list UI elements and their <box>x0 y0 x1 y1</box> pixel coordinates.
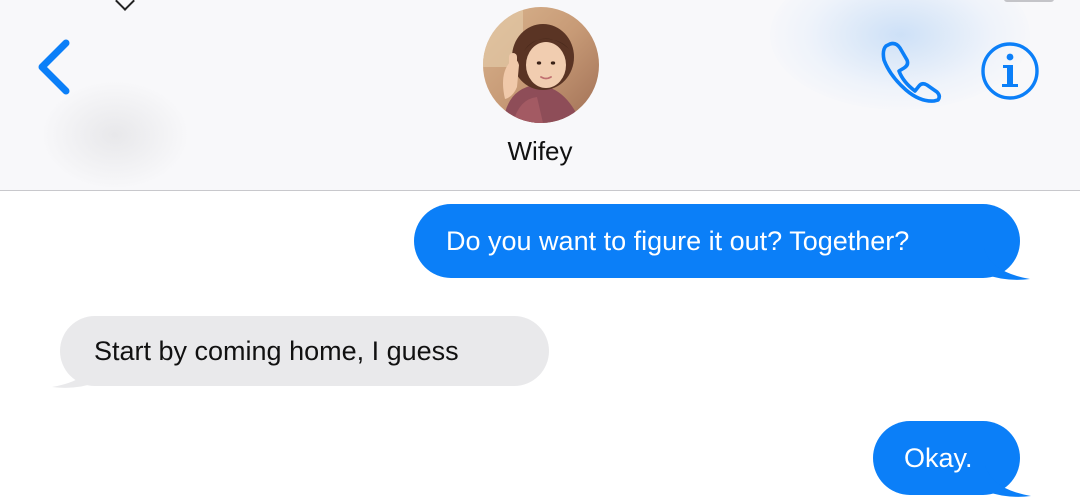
back-button[interactable] <box>28 34 88 100</box>
contact-name[interactable]: Wifey <box>440 136 640 167</box>
info-icon <box>981 42 1039 100</box>
status-chevron-icon <box>115 0 135 11</box>
message-text: Start by coming home, I guess <box>94 336 459 366</box>
phone-icon <box>881 41 942 103</box>
conversation-header: Wifey <box>0 0 1080 191</box>
conversation-screen: Wifey Do you want to figure it out? Toge… <box>0 0 1080 499</box>
message-text: Okay. <box>904 443 973 473</box>
bubble-tail <box>985 465 1031 497</box>
message-bubble-sent[interactable]: Do you want to figure it out? Together? <box>414 204 1030 280</box>
call-button[interactable] <box>876 38 944 104</box>
contact-avatar[interactable] <box>483 7 599 123</box>
message-bubble-received[interactable]: Start by coming home, I guess <box>52 316 549 388</box>
chevron-left-icon <box>38 39 70 95</box>
bubble-tail <box>52 356 98 388</box>
bubble-tail <box>984 248 1030 280</box>
avatar-photo <box>483 7 599 123</box>
battery-icon <box>1004 0 1054 2</box>
message-bubble-sent[interactable]: Okay. <box>873 421 1031 497</box>
message-text: Do you want to figure it out? Together? <box>446 226 910 256</box>
info-button[interactable] <box>979 40 1041 102</box>
